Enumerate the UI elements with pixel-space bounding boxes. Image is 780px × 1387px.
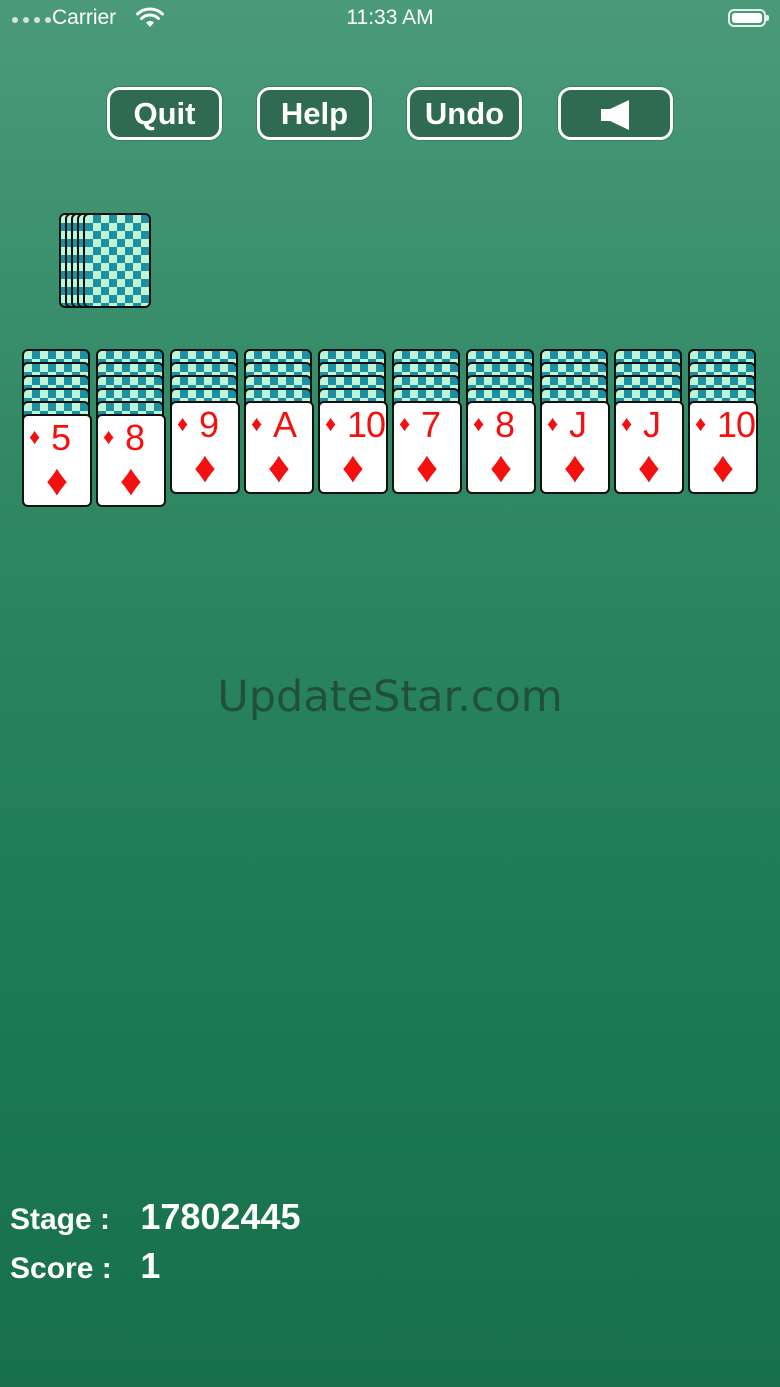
tableau-column[interactable]: ♦ 8 ♦ <box>96 349 166 509</box>
tableau-column[interactable]: ♦ 5 ♦ <box>22 349 92 509</box>
diamond-suit-icon: ♦ <box>177 411 189 436</box>
tableau-column[interactable]: ♦ 8 ♦ <box>466 349 536 509</box>
tableau-column[interactable]: ♦ J ♦ <box>540 349 610 509</box>
diamond-suit-icon: ♦ <box>341 443 365 492</box>
stage-value: 17802445 <box>140 1196 301 1237</box>
diamond-suit-icon: ♦ <box>267 443 291 492</box>
card-rank: 5 <box>51 417 71 458</box>
card-rank: A <box>273 404 297 445</box>
card-rank: 8 <box>125 417 145 458</box>
diamond-suit-icon: ♦ <box>473 411 485 436</box>
face-up-card[interactable]: ♦ 10 ♦ <box>688 401 758 494</box>
face-up-card[interactable]: ♦ 8 ♦ <box>96 414 166 507</box>
score-stat: Score : 1 <box>10 1245 160 1287</box>
card-rank: 10 <box>347 404 386 445</box>
diamond-suit-icon: ♦ <box>711 443 735 492</box>
score-label: Score : <box>10 1252 112 1285</box>
face-up-card[interactable]: ♦ A ♦ <box>244 401 314 494</box>
card-rank: 8 <box>495 404 515 445</box>
score-value: 1 <box>140 1245 161 1286</box>
clock: 11:33 AM <box>346 6 434 29</box>
tableau-column[interactable]: ♦ 9 ♦ <box>170 349 240 509</box>
help-button[interactable]: Help <box>257 87 372 140</box>
diamond-suit-icon: ♦ <box>29 424 41 449</box>
diamond-suit-icon: ♦ <box>103 424 115 449</box>
face-up-card[interactable]: ♦ J ♦ <box>540 401 610 494</box>
face-up-card[interactable]: ♦ 7 ♦ <box>392 401 462 494</box>
tableau-column[interactable]: ♦ 10 ♦ <box>688 349 758 509</box>
diamond-suit-icon: ♦ <box>119 456 143 505</box>
speaker-icon <box>601 100 629 130</box>
status-bar: Carrier 11:33 AM <box>0 0 780 40</box>
tableau-column[interactable]: ♦ 7 ♦ <box>392 349 462 509</box>
diamond-suit-icon: ♦ <box>489 443 513 492</box>
tableau-column[interactable]: ♦ J ♦ <box>614 349 684 509</box>
stage-label: Stage : <box>10 1203 111 1236</box>
diamond-suit-icon: ♦ <box>325 411 337 436</box>
quit-button[interactable]: Quit <box>107 87 222 140</box>
diamond-suit-icon: ♦ <box>415 443 439 492</box>
diamond-suit-icon: ♦ <box>547 411 559 436</box>
card-rank: 10 <box>717 404 756 445</box>
face-up-card[interactable]: ♦ J ♦ <box>614 401 684 494</box>
stock-pile[interactable] <box>59 213 159 309</box>
diamond-suit-icon: ♦ <box>45 456 69 505</box>
tableau-column[interactable]: ♦ A ♦ <box>244 349 314 509</box>
sound-toggle-button[interactable] <box>558 87 673 140</box>
card-rank: 7 <box>421 404 441 445</box>
face-up-card[interactable]: ♦ 9 ♦ <box>170 401 240 494</box>
diamond-suit-icon: ♦ <box>193 443 217 492</box>
diamond-suit-icon: ♦ <box>563 443 587 492</box>
face-up-card[interactable]: ♦ 8 ♦ <box>466 401 536 494</box>
diamond-suit-icon: ♦ <box>637 443 661 492</box>
toolbar: Quit Help Undo <box>107 87 677 141</box>
diamond-suit-icon: ♦ <box>251 411 263 436</box>
stage-stat: Stage : 17802445 <box>10 1196 301 1238</box>
battery-icon <box>728 9 769 27</box>
card-rank: J <box>569 404 587 445</box>
tableau: ♦ 5 ♦ ♦ 8 ♦ ♦ 9 ♦ ♦ A ♦ ♦ 10 ♦ ♦ 7 ♦ ♦ 8 ♦ ♦ J ♦ ♦ J ♦ ♦ 10 ♦ <box>22 349 762 519</box>
card-rank: J <box>643 404 661 445</box>
tableau-column[interactable]: ♦ 10 ♦ <box>318 349 388 509</box>
diamond-suit-icon: ♦ <box>621 411 633 436</box>
face-up-card[interactable]: ♦ 5 ♦ <box>22 414 92 507</box>
diamond-suit-icon: ♦ <box>695 411 707 436</box>
undo-button[interactable]: Undo <box>407 87 522 140</box>
face-up-card[interactable]: ♦ 10 ♦ <box>318 401 388 494</box>
stock-card-back <box>83 213 151 308</box>
watermark: UpdateStar.com <box>217 672 563 722</box>
card-rank: 9 <box>199 404 219 445</box>
diamond-suit-icon: ♦ <box>399 411 411 436</box>
